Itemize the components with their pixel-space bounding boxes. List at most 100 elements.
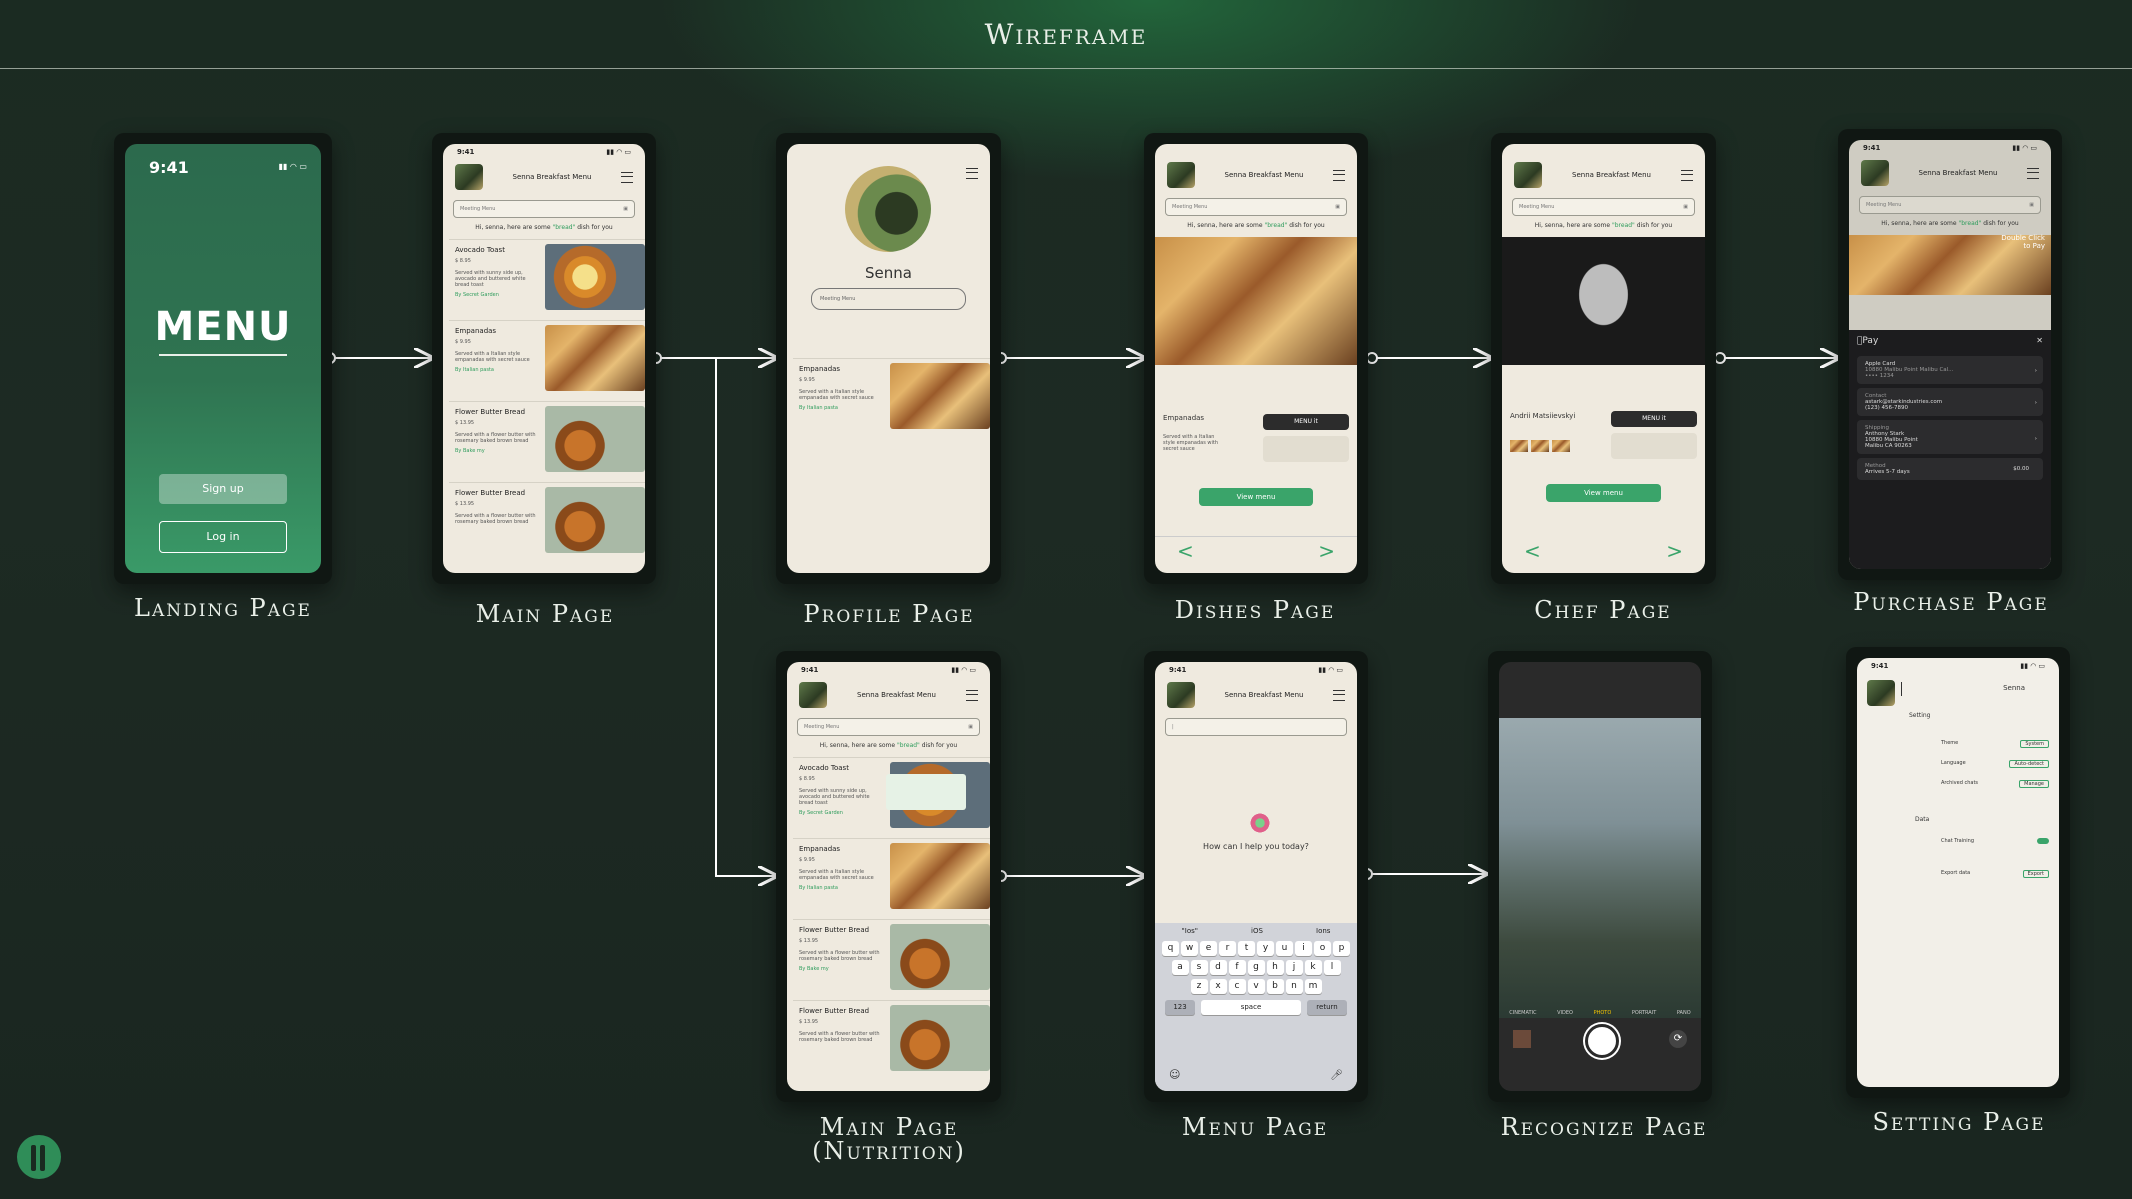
status-icons: ▮▮ ◠ ▭ [278, 162, 307, 171]
method-row[interactable]: Method Arrives 5-7 days $0.00 [1857, 458, 2043, 480]
key[interactable]: b [1266, 979, 1284, 994]
profile-screen: Senna Meeting Menu Empanadas $ 9.95 Served… [787, 144, 990, 573]
search-input[interactable]: Meeting Menu ▣ [1859, 196, 2041, 214]
search-input[interactable]: Meeting Menu ▣ [797, 718, 980, 736]
key[interactable]: g [1247, 960, 1265, 975]
gallery-thumb[interactable] [1513, 1030, 1531, 1048]
emoji-icon[interactable]: ☺ [1169, 1068, 1180, 1081]
key[interactable]: j [1285, 960, 1303, 975]
dish-card[interactable]: Empanadas $ 9.95 Served with a Italian sty… [793, 358, 990, 433]
login-button[interactable]: Log in [159, 521, 287, 553]
back-arrow-icon[interactable]: < [1524, 539, 1541, 563]
keyboard-row: zxcvbnm [1155, 977, 1357, 996]
greeting: Hi, senna, here are some "bread" dish fo… [1881, 220, 2019, 227]
setting-screen: 9:41 ▮▮ ◠ ▭ Senna Setting Theme System Lan… [1857, 658, 2059, 1087]
menu-it-button[interactable]: MENU it [1611, 411, 1697, 427]
view-menu-button[interactable]: View menu [1546, 484, 1661, 502]
key[interactable]: x [1209, 979, 1227, 994]
search-input[interactable]: Meeting Menu ▣ [453, 200, 635, 218]
chat-input[interactable]: | [1165, 718, 1347, 736]
dish-image [890, 363, 990, 429]
note-input[interactable] [1611, 433, 1697, 459]
key-123[interactable]: 123 [1165, 1000, 1195, 1015]
menu-icon[interactable] [1681, 169, 1693, 181]
key[interactable]: a [1171, 960, 1189, 975]
close-icon[interactable]: ✕ [2036, 336, 2043, 346]
chat-training-row[interactable]: Chat Training [1941, 838, 2049, 844]
key[interactable]: o [1314, 941, 1331, 956]
archived-row[interactable]: Archived chats Manage [1941, 780, 2049, 788]
landing-heading: MENU [154, 304, 292, 350]
camera-icon[interactable]: ▣ [623, 206, 628, 212]
view-menu-button[interactable]: View menu [1199, 488, 1313, 506]
key[interactable]: p [1333, 941, 1350, 956]
key[interactable]: z [1190, 979, 1208, 994]
key[interactable]: m [1304, 979, 1322, 994]
key[interactable]: d [1209, 960, 1227, 975]
brand-logo [17, 1135, 61, 1179]
label-landing: Landing Page [134, 594, 312, 622]
key[interactable]: w [1181, 941, 1198, 956]
profile-field[interactable]: Meeting Menu [811, 288, 966, 310]
dish-card[interactable]: Empanadas $ 9.95 Served with a Italian sty… [793, 838, 990, 913]
key[interactable]: r [1219, 941, 1236, 956]
key[interactable]: h [1266, 960, 1284, 975]
dish-card[interactable]: Flower Butter Bread $ 13.95 Served with a … [449, 401, 645, 476]
theme-row[interactable]: Theme System [1941, 740, 2049, 748]
menu-icon[interactable] [621, 171, 633, 183]
pay-card-row[interactable]: Apple Card 10880 Malibu Point Malibu Cal.… [1857, 356, 2043, 384]
export-row[interactable]: Export data Export [1941, 870, 2049, 878]
dish-card[interactable]: Flower Butter Bread $ 13.95 Served with a … [793, 919, 990, 994]
dish-card[interactable]: Avocado Toast $ 8.95 Served with sunny sid… [793, 757, 990, 832]
dish-hero-image [1155, 237, 1357, 365]
shutter-button[interactable] [1585, 1024, 1619, 1058]
flip-camera-icon[interactable]: ⟳ [1669, 1030, 1687, 1048]
search-input[interactable]: Meeting Menu ▣ [1165, 198, 1347, 216]
key[interactable]: y [1257, 941, 1274, 956]
signup-button[interactable]: Sign up [159, 474, 287, 504]
dish-image [545, 406, 645, 472]
menu-icon[interactable] [1333, 689, 1345, 701]
menu-icon[interactable] [1333, 169, 1345, 181]
forward-arrow-icon[interactable]: > [1318, 539, 1335, 563]
key[interactable]: e [1200, 941, 1217, 956]
toggle-switch[interactable] [2037, 838, 2049, 844]
dish-card[interactable]: Avocado Toast $ 8.95 Served with sunny sid… [449, 239, 645, 314]
search-input[interactable]: Meeting Menu ▣ [1512, 198, 1695, 216]
shipping-row[interactable]: Shipping Anthony Stark 10880 Malibu Point M… [1857, 420, 2043, 454]
menu-screen: 9:41 ▮▮ ◠ ▭ Senna Breakfast Menu | How ca… [1155, 662, 1357, 1091]
key[interactable]: n [1285, 979, 1303, 994]
mic-icon[interactable]: 🎤︎ [1330, 1070, 1343, 1081]
key-space[interactable]: space [1201, 1000, 1301, 1015]
key[interactable]: q [1162, 941, 1179, 956]
suggestion[interactable]: "Ios" [1182, 927, 1198, 935]
key[interactable]: c [1228, 979, 1246, 994]
suggestion[interactable]: iOS [1251, 927, 1263, 935]
menu-icon[interactable] [2027, 167, 2039, 179]
language-row[interactable]: Language Auto-detect [1941, 760, 2049, 768]
key-return[interactable]: return [1307, 1000, 1347, 1015]
dishes-screen: Senna Breakfast Menu Meeting Menu ▣ Hi, s… [1155, 144, 1357, 573]
key[interactable]: u [1276, 941, 1293, 956]
dish-card[interactable]: Flower Butter Bread $ 13.95 Served with a … [449, 482, 645, 557]
key[interactable]: v [1247, 979, 1265, 994]
key[interactable]: f [1228, 960, 1246, 975]
dish-card[interactable]: Flower Butter Bread $ 13.95 Served with a … [793, 1000, 990, 1075]
key[interactable]: s [1190, 960, 1208, 975]
suggestion[interactable]: Ions [1316, 927, 1330, 935]
brand-thumbnail [455, 164, 483, 190]
dish-card[interactable]: Empanadas $ 9.95 Served with a Italian sty… [449, 320, 645, 395]
menu-icon[interactable] [966, 689, 978, 701]
key[interactable]: t [1238, 941, 1255, 956]
forward-arrow-icon[interactable]: > [1666, 539, 1683, 563]
key[interactable]: i [1295, 941, 1312, 956]
key[interactable]: k [1304, 960, 1322, 975]
contact-row[interactable]: Contact astark@starkindustries.com (123) 4… [1857, 388, 2043, 416]
menu-it-button[interactable]: MENU it [1263, 414, 1349, 430]
key[interactable]: l [1323, 960, 1341, 975]
menu-icon[interactable] [966, 168, 978, 179]
greeting: Hi, senna, here are some "bread" dish fo… [1187, 222, 1325, 229]
back-arrow-icon[interactable]: < [1177, 539, 1194, 563]
keyboard: "Ios" iOS Ions qwertyuiop asdfghjkl zxcvbn… [1155, 923, 1357, 1091]
note-input[interactable] [1263, 436, 1349, 462]
